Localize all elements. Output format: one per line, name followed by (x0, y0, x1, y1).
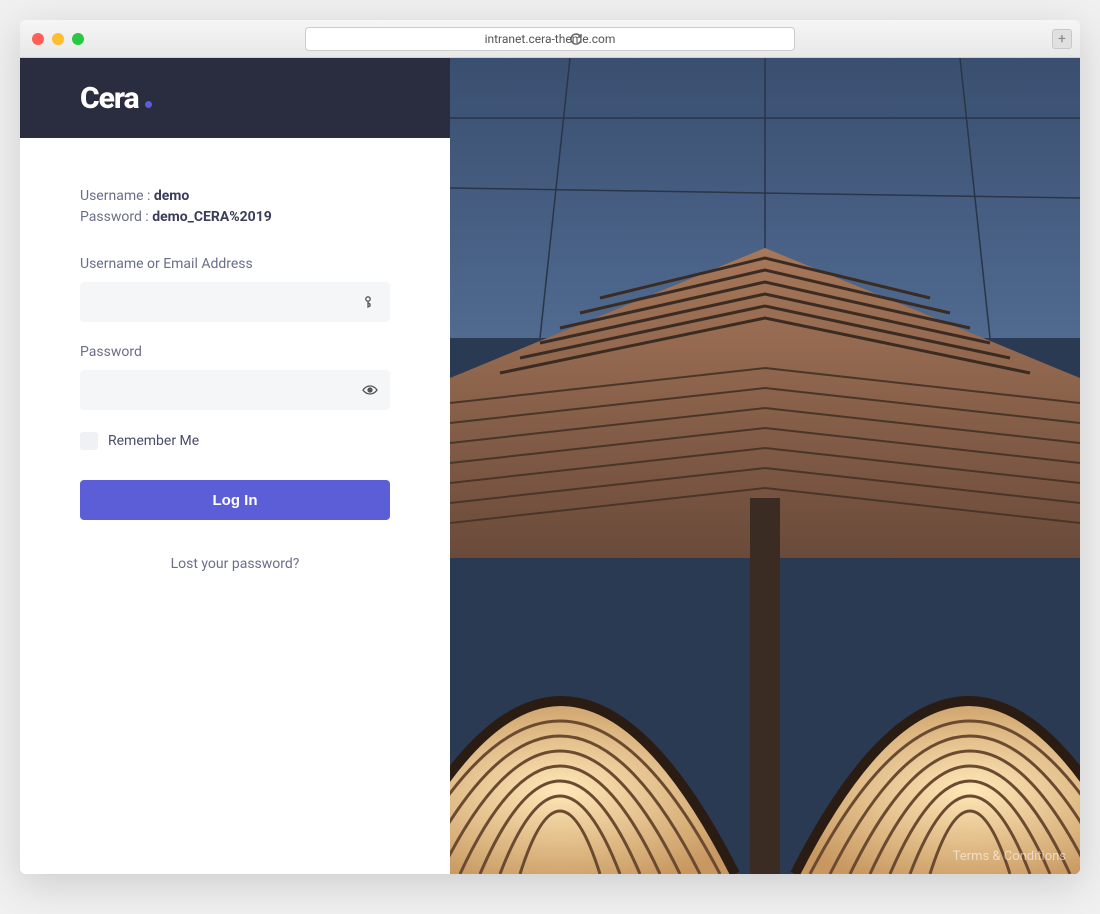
address-bar[interactable]: intranet.cera-theme.com (305, 27, 795, 51)
browser-window: intranet.cera-theme.com + Cera Username … (20, 20, 1080, 874)
new-tab-button[interactable]: + (1052, 29, 1072, 49)
demo-username-label: Username : (80, 188, 154, 204)
close-window-button[interactable] (32, 33, 44, 45)
maximize-window-button[interactable] (72, 33, 84, 45)
password-input-wrap (80, 370, 390, 410)
username-input-wrap (80, 282, 390, 322)
password-label: Password (80, 344, 390, 360)
browser-toolbar: intranet.cera-theme.com + (20, 20, 1080, 58)
login-panel: Cera Username : demo Password : demo_CER… (20, 58, 450, 874)
remember-me-checkbox[interactable] (80, 432, 98, 450)
reload-icon[interactable] (568, 31, 584, 47)
username-input[interactable] (80, 282, 390, 322)
hero-image: Terms & Conditions (450, 58, 1080, 874)
username-label: Username or Email Address (80, 256, 390, 272)
demo-password-label: Password : (80, 209, 152, 225)
demo-credentials: Username : demo Password : demo_CERA%201… (80, 186, 390, 228)
lost-password-link[interactable]: Lost your password? (80, 556, 390, 572)
logo-dot-icon (145, 101, 152, 108)
login-button[interactable]: Log In (80, 480, 390, 520)
logo-header: Cera (20, 58, 450, 138)
logo: Cera (80, 81, 152, 116)
demo-username-value: demo (154, 188, 189, 204)
remember-me-row: Remember Me (80, 432, 390, 450)
minimize-window-button[interactable] (52, 33, 64, 45)
terms-link[interactable]: Terms & Conditions (953, 849, 1066, 864)
logo-text: Cera (80, 81, 139, 116)
window-controls (32, 33, 84, 45)
eye-icon[interactable] (362, 382, 378, 398)
url-text: intranet.cera-theme.com (485, 32, 616, 46)
key-icon[interactable] (362, 294, 378, 310)
remember-me-label: Remember Me (108, 433, 199, 449)
page-content: Cera Username : demo Password : demo_CER… (20, 58, 1080, 874)
demo-password-value: demo_CERA%2019 (152, 209, 272, 225)
login-form: Username : demo Password : demo_CERA%201… (20, 138, 450, 572)
password-input[interactable] (80, 370, 390, 410)
